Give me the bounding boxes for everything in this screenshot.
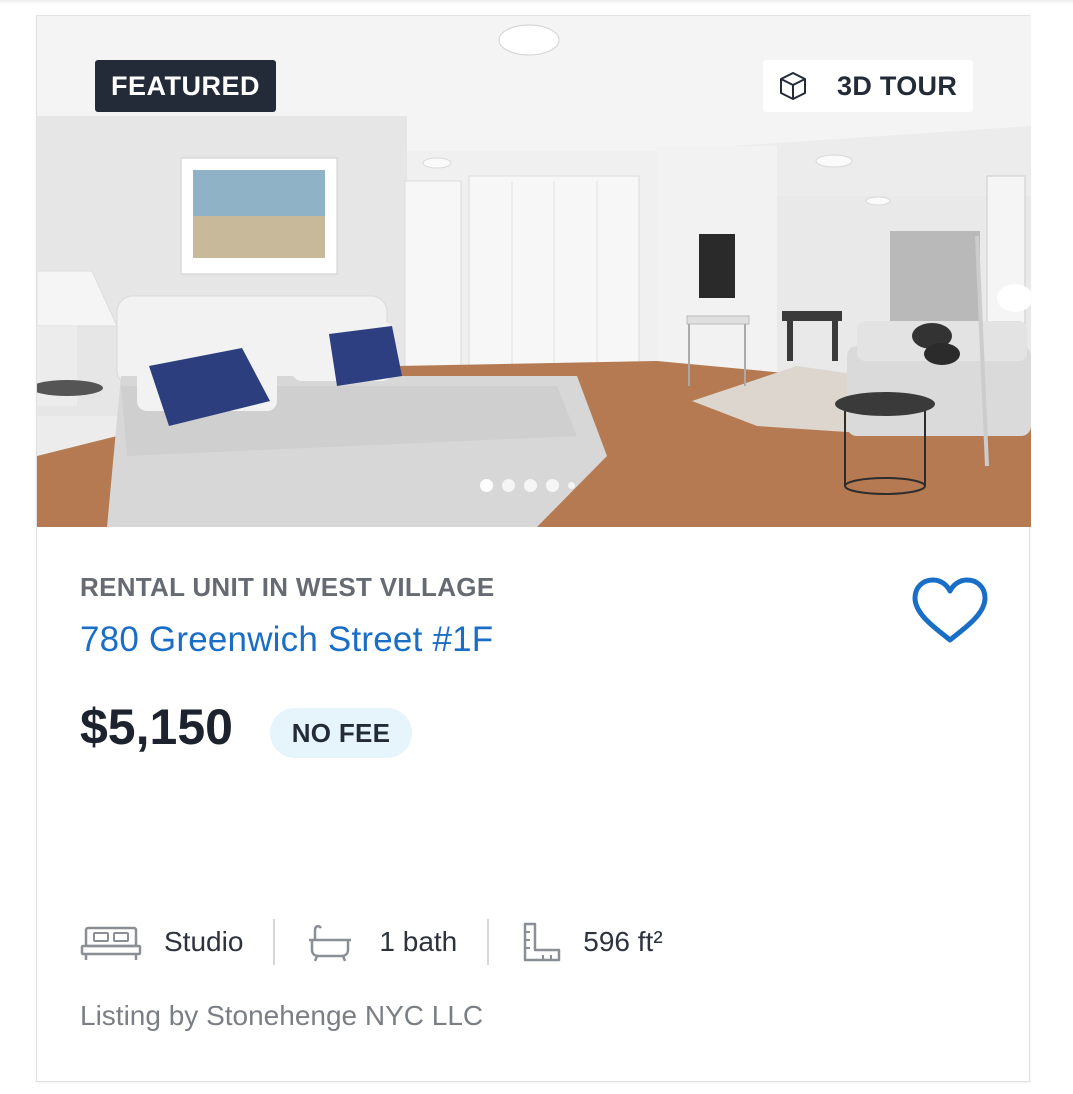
heart-icon[interactable] — [911, 576, 989, 644]
3d-tour-label: 3D TOUR — [837, 70, 958, 101]
spec-baths-label: 1 bath — [379, 926, 458, 957]
listing-type: RENTAL UNIT IN WEST VILLAGE — [80, 572, 495, 602]
listing-price: $5,150 — [80, 699, 233, 755]
3d-tour-button[interactable]: 3D TOUR — [763, 60, 973, 112]
spec-divider — [487, 919, 490, 965]
carousel-dot-2[interactable] — [502, 478, 515, 492]
carousel-dot-4[interactable] — [546, 478, 559, 492]
spec-size: 596 ft² — [523, 918, 663, 966]
spec-divider — [273, 919, 276, 965]
cube-icon — [780, 72, 806, 100]
carousel-dot-3[interactable] — [524, 478, 537, 492]
featured-badge: FEATURED — [95, 60, 276, 112]
bathtub-icon — [309, 925, 352, 962]
listing-card[interactable]: FEATURED 3D TOUR RENTAL UNIT IN WEST VIL… — [36, 15, 1031, 1082]
spec-baths: 1 bath — [307, 918, 487, 966]
no-fee-badge: NO FEE — [270, 708, 412, 758]
listing-agent: Listing by Stonehenge NYC LLC — [80, 1000, 484, 1031]
listing-address-link[interactable]: 780 Greenwich Street #1F — [80, 620, 493, 660]
carousel-dot-1[interactable] — [480, 478, 493, 492]
listing-specs: Studio 1 bath 596 ft² — [80, 918, 663, 966]
ruler-icon — [524, 922, 561, 962]
listing-photo[interactable]: FEATURED 3D TOUR — [37, 16, 1031, 527]
carousel-dot-5[interactable] — [568, 481, 575, 489]
photo-carousel-dots[interactable] — [480, 477, 575, 493]
spec-rooms: Studio — [80, 918, 273, 966]
top-divider — [0, 0, 1073, 4]
spec-size-label: 596 ft² — [583, 926, 663, 957]
bed-icon — [80, 926, 142, 960]
spec-rooms-label: Studio — [164, 926, 244, 957]
